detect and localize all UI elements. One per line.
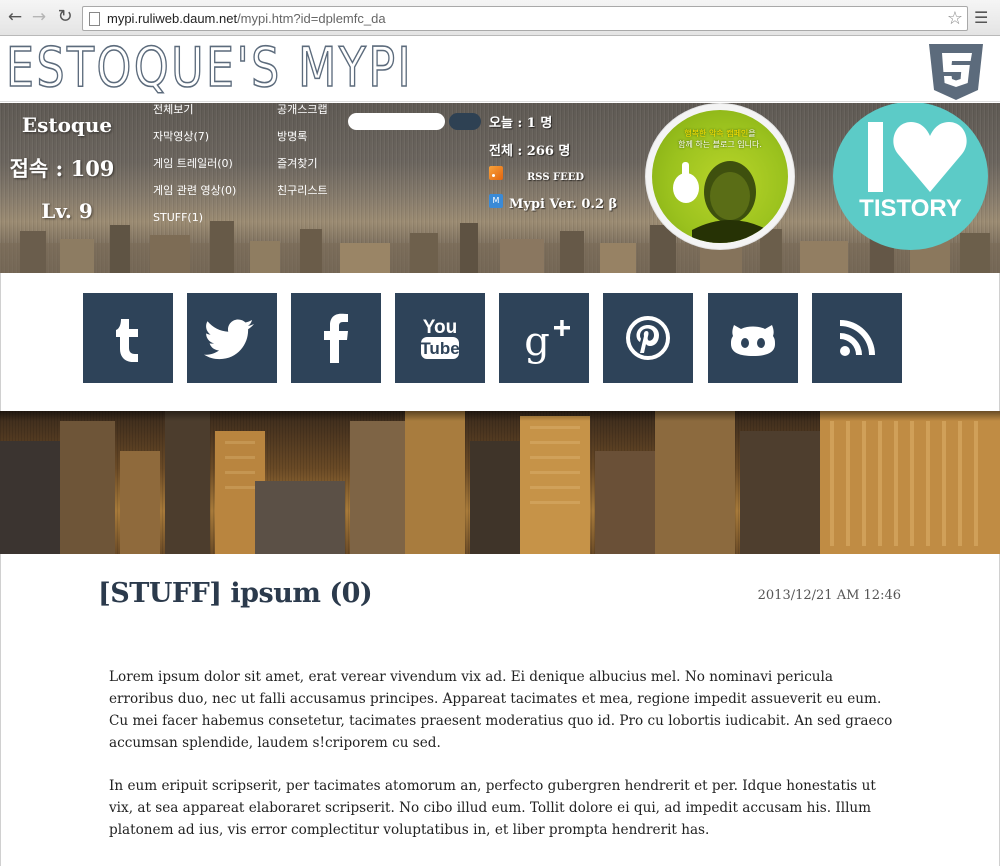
visitors-today: 오늘 : 1 명 bbox=[489, 116, 553, 131]
pinterest-icon bbox=[626, 316, 670, 360]
svg-text:Tube: Tube bbox=[420, 339, 459, 358]
post-date: 2013/12/21 AM 12:46 bbox=[757, 588, 901, 603]
post-title[interactable]: [STUFF] ipsum (0) bbox=[98, 578, 373, 609]
github-icon bbox=[731, 325, 775, 356]
tistory-badge[interactable]: TISTORY bbox=[833, 103, 988, 250]
post-paragraph: Lorem ipsum dolor sit amet, erat verear … bbox=[109, 669, 893, 751]
heart-icon bbox=[868, 122, 967, 192]
bookmark-star-icon[interactable]: ☆ bbox=[947, 8, 963, 29]
back-arrow-icon[interactable]: ← bbox=[5, 7, 25, 27]
post-paragraph: In eum eripuit scripserit, per tacimates… bbox=[109, 778, 876, 838]
mypi-version-label: Mypi Ver. 0.2 β bbox=[509, 197, 618, 212]
rss-button[interactable] bbox=[812, 293, 902, 383]
menu-item-favorites[interactable]: 즐겨찾기 bbox=[277, 157, 328, 184]
mypi-icon: M bbox=[489, 194, 503, 208]
google-plus-button[interactable]: g bbox=[499, 293, 589, 383]
profile-visits: 접속 : 109 bbox=[9, 156, 115, 181]
social-links: You Tube g bbox=[0, 273, 1000, 411]
person-photo-icon bbox=[673, 161, 768, 243]
avatar-photo: 행복한 악속 캠페인을 함께 하는 블로그 입니다. bbox=[652, 110, 788, 243]
profile-header: Estoque 접속 : 109 Lv. 9 전체보기 자막영상(7) 게임 트… bbox=[0, 103, 1000, 273]
pinterest-button[interactable] bbox=[603, 293, 693, 383]
menu-item-guestbook[interactable]: 방명록 bbox=[277, 130, 328, 157]
browser-menu-icon[interactable]: ☰ bbox=[974, 8, 990, 28]
page-icon bbox=[89, 12, 100, 26]
css3-shield-icon bbox=[929, 44, 983, 100]
site-title-bar: ESTOQUE'S MYPI bbox=[0, 36, 1000, 102]
post-body: Lorem ipsum dolor sit amet, erat verear … bbox=[109, 666, 899, 862]
rss-icon bbox=[840, 320, 875, 356]
tumblr-button[interactable] bbox=[83, 293, 173, 383]
avatar: 행복한 악속 캠페인을 함께 하는 블로그 입니다. bbox=[645, 103, 795, 250]
profile-name: Estoque bbox=[21, 113, 113, 137]
city-banner-image bbox=[0, 411, 1000, 554]
twitter-button[interactable] bbox=[187, 293, 277, 383]
menu-item-friend-list[interactable]: 친구리스트 bbox=[277, 184, 328, 211]
tistory-label: TISTORY bbox=[859, 195, 962, 222]
google-plus-icon: g bbox=[524, 319, 570, 365]
svg-text:You: You bbox=[423, 317, 457, 338]
utility-menu: 공개스크랩 방명록 즐겨찾기 친구리스트 bbox=[277, 103, 328, 211]
profile-level: Lv. 9 bbox=[41, 199, 93, 223]
menu-item-stuff[interactable]: STUFF(1) bbox=[153, 211, 236, 238]
menu-item-subtitle-videos[interactable]: 자막영상(7) bbox=[153, 130, 236, 157]
search-button[interactable] bbox=[449, 113, 481, 130]
twitter-icon bbox=[204, 319, 254, 360]
search-input[interactable] bbox=[348, 113, 445, 130]
menu-item-all[interactable]: 전체보기 bbox=[153, 103, 236, 130]
facebook-icon bbox=[324, 313, 348, 363]
github-button[interactable] bbox=[708, 293, 798, 383]
url-path: /mypi.htm?id=dplemfc_da bbox=[237, 11, 386, 26]
reload-icon[interactable]: ↻ bbox=[55, 7, 75, 27]
city-banner bbox=[0, 411, 1000, 554]
menu-item-game-videos[interactable]: 게임 관련 영상(0) bbox=[153, 184, 236, 211]
category-menu: 전체보기 자막영상(7) 게임 트레일러(0) 게임 관련 영상(0) STUF… bbox=[153, 103, 236, 238]
url-text[interactable]: mypi.ruliweb.daum.net/mypi.htm?id=dplemf… bbox=[107, 11, 386, 26]
url-host: mypi.ruliweb.daum.net bbox=[107, 11, 238, 26]
facebook-button[interactable] bbox=[291, 293, 381, 383]
post: [STUFF] ipsum (0) 2013/12/21 AM 12:46 Lo… bbox=[0, 554, 1000, 866]
browser-toolbar: ← → ↻ mypi.ruliweb.daum.net/mypi.htm?id=… bbox=[0, 0, 1000, 36]
menu-item-public-scrap[interactable]: 공개스크랩 bbox=[277, 103, 328, 130]
menu-item-game-trailers[interactable]: 게임 트레일러(0) bbox=[153, 157, 236, 184]
tumblr-icon bbox=[116, 319, 138, 362]
youtube-button[interactable]: You Tube bbox=[395, 293, 485, 383]
youtube-icon: You Tube bbox=[420, 317, 460, 359]
visitors-total: 전체 : 266 명 bbox=[489, 144, 571, 159]
address-bar[interactable]: mypi.ruliweb.daum.net/mypi.htm?id=dplemf… bbox=[82, 6, 968, 31]
rss-feed-label: RSS FEED bbox=[527, 172, 585, 183]
forward-arrow-icon[interactable]: → bbox=[29, 7, 49, 27]
site-title[interactable]: ESTOQUE'S MYPI bbox=[5, 37, 413, 99]
rss-feed-icon bbox=[489, 166, 503, 180]
svg-text:g: g bbox=[524, 319, 550, 365]
